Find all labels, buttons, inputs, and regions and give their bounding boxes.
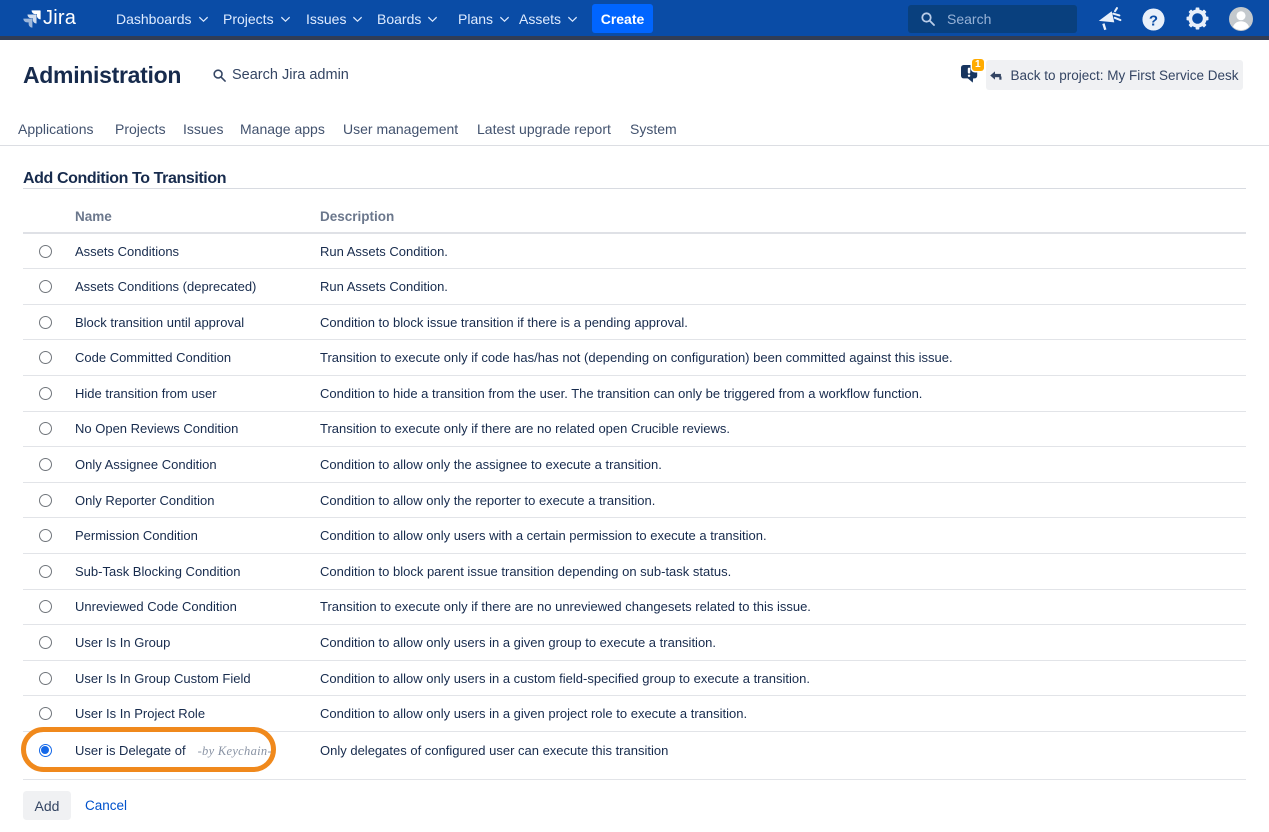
svg-text:?: ? [1149, 12, 1158, 29]
